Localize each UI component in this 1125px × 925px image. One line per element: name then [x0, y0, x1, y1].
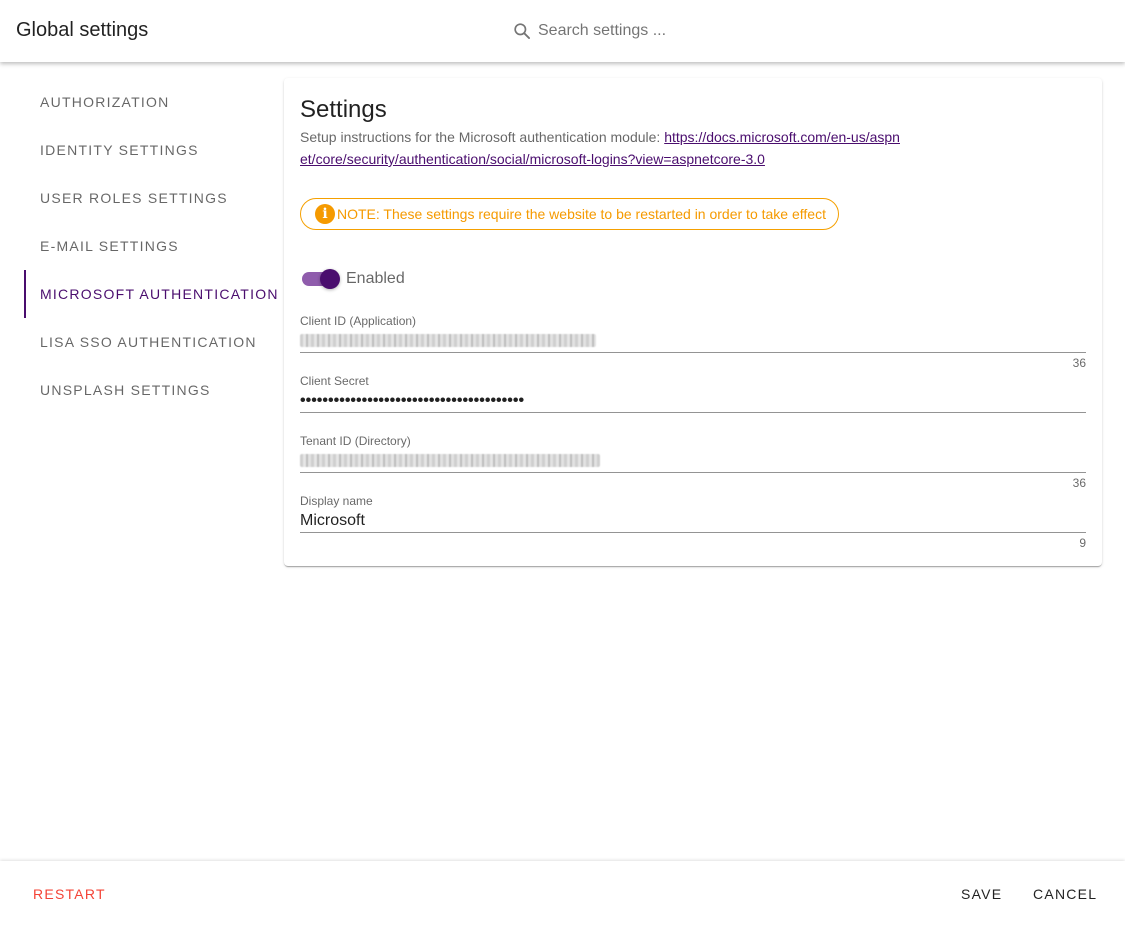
- toggle-label: Enabled: [346, 270, 405, 287]
- sidebar-item-lisa-sso-authentication[interactable]: LISA SSO AUTHENTICATION: [0, 318, 276, 366]
- settings-title: Settings: [300, 96, 387, 123]
- toggle-track[interactable]: [302, 269, 340, 289]
- search-icon: [514, 23, 530, 39]
- tenant-id-counter: 36: [1072, 476, 1086, 490]
- tenant-id-input[interactable]: [300, 448, 1086, 473]
- sidebar-item-email-settings[interactable]: E-MAIL SETTINGS: [0, 222, 276, 270]
- save-button[interactable]: SAVE: [961, 886, 1002, 902]
- client-id-counter: 36: [1072, 356, 1086, 370]
- top-bar: Global settings: [0, 0, 1125, 62]
- blurred-value: [300, 334, 596, 347]
- sidebar-item-authorization[interactable]: AUTHORIZATION: [0, 78, 276, 126]
- client-secret-label: Client Secret: [300, 374, 369, 388]
- display-name-counter: 9: [1079, 536, 1086, 550]
- settings-card: Settings Setup instructions for the Micr…: [284, 78, 1102, 566]
- search-input[interactable]: [538, 22, 838, 40]
- toggle-thumb[interactable]: [320, 269, 340, 289]
- description-text: Setup instructions for the Microsoft aut…: [300, 129, 665, 145]
- client-id-label: Client ID (Application): [300, 314, 417, 328]
- restart-note-badge: i NOTE: These settings require the websi…: [300, 198, 839, 230]
- display-name-input[interactable]: Microsoft: [300, 508, 1086, 533]
- sidebar-item-microsoft-authentication[interactable]: MICROSOFT AUTHENTICATION: [0, 270, 277, 318]
- search-box[interactable]: [512, 19, 838, 43]
- tenant-id-label: Tenant ID (Directory): [300, 434, 411, 448]
- client-id-field: Client ID (Application) 36: [300, 314, 1086, 369]
- settings-description: Setup instructions for the Microsoft aut…: [300, 126, 900, 170]
- tenant-id-field: Tenant ID (Directory) 36: [300, 434, 1086, 489]
- info-icon: i: [315, 204, 335, 224]
- restart-note-text: NOTE: These settings require the website…: [337, 206, 826, 222]
- action-bar: RESTART SAVE CANCEL: [0, 861, 1125, 925]
- sidebar-item-unsplash-settings[interactable]: UNSPLASH SETTINGS: [0, 366, 276, 414]
- blurred-value: [300, 454, 600, 467]
- page-title: Global settings: [16, 19, 149, 41]
- display-name-field: Display name Microsoft 9: [300, 494, 1086, 549]
- restart-button[interactable]: RESTART: [33, 886, 106, 902]
- enabled-toggle[interactable]: Enabled: [302, 269, 405, 289]
- settings-sidebar: AUTHORIZATION IDENTITY SETTINGS USER ROL…: [0, 78, 277, 414]
- client-id-input[interactable]: [300, 328, 1086, 353]
- client-secret-field: Client Secret ••••••••••••••••••••••••••…: [300, 374, 1086, 413]
- client-secret-input[interactable]: ••••••••••••••••••••••••••••••••••••••••: [300, 388, 1086, 413]
- cancel-button[interactable]: CANCEL: [1033, 886, 1097, 902]
- sidebar-item-identity-settings[interactable]: IDENTITY SETTINGS: [0, 126, 276, 174]
- display-name-label: Display name: [300, 494, 373, 508]
- sidebar-item-user-roles-settings[interactable]: USER ROLES SETTINGS: [0, 174, 276, 222]
